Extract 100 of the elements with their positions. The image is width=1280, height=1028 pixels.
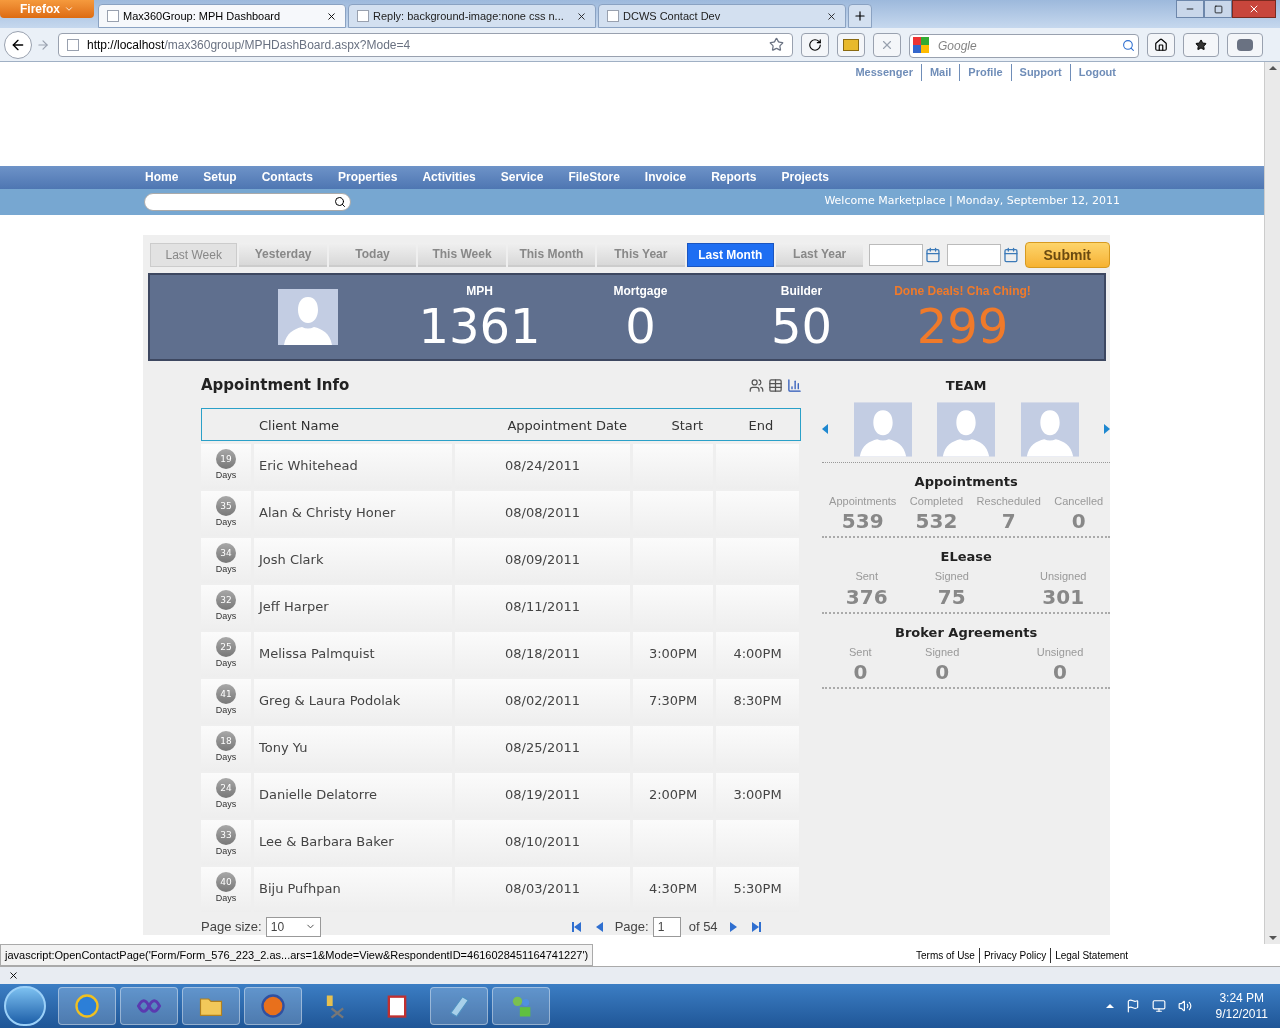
close-icon[interactable] — [8, 970, 19, 981]
site-search-field[interactable] — [144, 192, 351, 211]
stat-value: 0 — [625, 299, 656, 352]
footer-link[interactable]: Legal Statement — [1050, 947, 1128, 963]
start-date-field[interactable] — [869, 243, 924, 266]
reload-button[interactable] — [801, 32, 829, 57]
nav-link[interactable]: Projects — [781, 169, 829, 185]
top-link[interactable]: Support — [1010, 64, 1062, 81]
stat-label: Completed — [909, 493, 964, 509]
star-icon — [1195, 38, 1207, 51]
forward-icon[interactable] — [36, 37, 50, 52]
clock-time[interactable]: 3:24 PM — [1219, 990, 1265, 1006]
calendar-icon[interactable] — [925, 246, 941, 263]
maximize-button[interactable] — [1204, 0, 1232, 18]
column-header: Start — [670, 417, 705, 435]
top-link[interactable]: Profile — [959, 64, 1003, 81]
stat-label: Signed — [934, 569, 969, 584]
back-button[interactable] — [4, 30, 32, 59]
flag-icon[interactable] — [1125, 999, 1140, 1013]
section-title: Appointment Info — [201, 375, 350, 397]
page-total: of 54 — [688, 917, 718, 936]
top-link[interactable]: Logout — [1069, 64, 1116, 81]
next-arrow-icon[interactable] — [1103, 424, 1110, 434]
close-button[interactable] — [1232, 0, 1276, 18]
stop-button[interactable] — [873, 32, 901, 57]
clock-date[interactable]: 9/12/2011 — [1215, 1006, 1268, 1022]
star-icon[interactable] — [769, 37, 784, 52]
nav-link[interactable]: Activities — [422, 169, 476, 185]
stat-value: 376 — [845, 584, 888, 609]
days-label: Days — [215, 563, 237, 577]
days-badge: 24 — [216, 778, 236, 799]
page-label: Page: — [614, 917, 649, 936]
stat-label: Done Deals! Cha Ching! — [894, 282, 1031, 300]
search-icon[interactable] — [334, 195, 346, 208]
taskbar-button[interactable] — [244, 987, 302, 1025]
page-size-select[interactable]: 10 — [265, 916, 321, 937]
nav-link[interactable]: Contacts — [261, 169, 314, 185]
home-icon — [1154, 37, 1168, 52]
days-badge: 40 — [216, 872, 236, 893]
end-date-field[interactable] — [946, 243, 1001, 266]
team-member-avatar — [937, 401, 996, 457]
date-filter-tab[interactable]: Last Week — [150, 242, 238, 267]
browser-tab[interactable]: Max360Group: MPH Dashboard — [98, 4, 346, 28]
table-icon[interactable] — [768, 378, 784, 393]
nav-link[interactable]: Properties — [338, 169, 398, 185]
nav-link[interactable]: Home — [145, 169, 179, 185]
column-header: Appointment Date — [506, 417, 628, 435]
close-icon[interactable] — [326, 10, 337, 22]
home-button[interactable] — [1147, 32, 1175, 57]
tab-title: Max360Group: MPH Dashboard — [123, 8, 282, 24]
submit-button[interactable]: Submit — [1024, 241, 1110, 268]
calendar-icon[interactable] — [1002, 246, 1019, 263]
stat-label: Unsigned — [1039, 569, 1087, 584]
stat-value: 0 — [1071, 509, 1086, 533]
footer-link[interactable]: Privacy Policy — [978, 947, 1047, 963]
nav-link[interactable]: Reports — [711, 169, 757, 185]
volume-icon[interactable] — [1177, 999, 1192, 1013]
bookmarks-button[interactable] — [1183, 32, 1219, 57]
days-badge: 41 — [216, 684, 236, 705]
address-field[interactable]: http://localhost/max360group/MPHDashBoard.aspx?Mode=4 — [58, 32, 793, 57]
group-title: Broker Agreements — [895, 624, 1038, 640]
taskbar-button[interactable] — [120, 987, 178, 1025]
bar-chart-icon[interactable] — [787, 378, 803, 393]
search-field[interactable]: Google — [909, 33, 1139, 58]
users-icon[interactable] — [749, 378, 765, 393]
browser-tab[interactable]: Reply: background-image:none css n... — [348, 4, 596, 28]
days-badge: 19 — [216, 449, 236, 470]
top-link[interactable]: Messenger — [855, 64, 913, 81]
footer-link[interactable]: Terms of Use — [916, 947, 975, 963]
previous-arrow-icon[interactable] — [822, 424, 829, 434]
column-header: Client Name — [259, 417, 341, 435]
nav-link[interactable]: Invoice — [644, 169, 687, 185]
firefox-menu-button[interactable]: Firefox — [0, 0, 94, 18]
top-link[interactable]: Mail — [920, 64, 952, 81]
close-icon[interactable] — [576, 10, 587, 22]
caret-icon — [64, 4, 74, 14]
days-badge: 33 — [216, 825, 236, 846]
stat-value: 0 — [935, 660, 950, 684]
date-filter-tab[interactable]: Last Month — [686, 242, 774, 267]
rss-button[interactable] — [837, 32, 865, 57]
close-icon[interactable] — [826, 10, 837, 22]
stat-value: 50 — [770, 299, 833, 352]
nav-link[interactable]: FileStore — [568, 169, 620, 185]
scrollbar[interactable] — [1264, 62, 1280, 944]
new-tab-button[interactable] — [848, 4, 872, 28]
nav-link[interactable]: Service — [500, 169, 544, 185]
addon-button[interactable] — [1227, 32, 1263, 57]
nav-link[interactable]: Setup — [203, 169, 237, 185]
show-hidden-icon[interactable] — [1105, 1004, 1114, 1008]
minimize-button[interactable] — [1176, 0, 1204, 18]
days-label: Days — [215, 751, 237, 765]
stat-label: MPH — [466, 282, 493, 300]
stat-label: Signed — [925, 644, 960, 660]
plus-icon — [853, 9, 867, 23]
start-button[interactable] — [4, 986, 46, 1026]
page-number-field[interactable]: 1 — [652, 916, 681, 937]
network-icon[interactable] — [1151, 999, 1166, 1013]
stat-label: Mortgage — [613, 282, 668, 300]
browser-tab[interactable]: DCWS Contact Dev — [598, 4, 846, 28]
stat-value: 75 — [937, 584, 966, 609]
